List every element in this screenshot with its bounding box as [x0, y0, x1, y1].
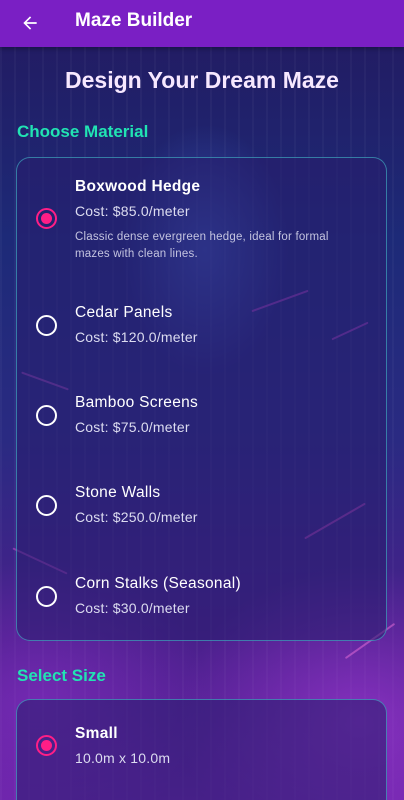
- material-option-bamboo[interactable]: Bamboo Screens Cost: $75.0/meter: [17, 378, 386, 468]
- size-section-title: Select Size: [17, 666, 106, 685]
- main-content: Design Your Dream Maze Choose Material B…: [0, 47, 404, 800]
- option-name: Stone Walls: [75, 484, 161, 501]
- size-option-small[interactable]: Small 10.0m x 10.0m: [17, 700, 386, 800]
- radio-unselected[interactable]: [36, 586, 57, 607]
- material-option-corn[interactable]: Corn Stalks (Seasonal) Cost: $30.0/meter: [17, 558, 386, 642]
- material-section-title: Choose Material: [17, 122, 149, 141]
- radio-unselected[interactable]: [36, 495, 57, 516]
- arrow-left-icon: [23, 16, 37, 30]
- size-options-card: Small 10.0m x 10.0m: [16, 699, 387, 800]
- option-cost: Cost: $85.0/meter: [75, 203, 190, 219]
- radio-selected[interactable]: [36, 208, 57, 229]
- option-name: Small: [75, 725, 118, 742]
- option-cost: Cost: $75.0/meter: [75, 419, 190, 435]
- option-dimensions: 10.0m x 10.0m: [75, 750, 171, 766]
- radio-unselected[interactable]: [36, 315, 57, 336]
- back-button[interactable]: [16, 9, 44, 37]
- option-description: Classic dense evergreen hedge, ideal for…: [75, 231, 329, 260]
- material-option-cedar[interactable]: Cedar Panels Cost: $120.0/meter: [17, 288, 386, 378]
- option-name: Boxwood Hedge: [75, 178, 201, 195]
- app-bar: Maze Builder: [0, 0, 404, 47]
- material-options-card: Boxwood Hedge Cost: $85.0/meter Classic …: [16, 157, 387, 641]
- app-bar-title: Maze Builder: [75, 10, 193, 31]
- option-name: Corn Stalks (Seasonal): [75, 575, 241, 592]
- page-title: Design Your Dream Maze: [65, 67, 339, 93]
- radio-unselected[interactable]: [36, 405, 57, 426]
- option-cost: Cost: $120.0/meter: [75, 329, 198, 345]
- option-name: Bamboo Screens: [75, 394, 199, 411]
- option-cost: Cost: $30.0/meter: [75, 600, 190, 616]
- option-name: Cedar Panels: [75, 304, 173, 321]
- radio-selected[interactable]: [36, 735, 57, 756]
- material-option-stone[interactable]: Stone Walls Cost: $250.0/meter: [17, 468, 386, 558]
- material-option-boxwood[interactable]: Boxwood Hedge Cost: $85.0/meter Classic …: [17, 158, 386, 288]
- option-cost: Cost: $250.0/meter: [75, 509, 198, 525]
